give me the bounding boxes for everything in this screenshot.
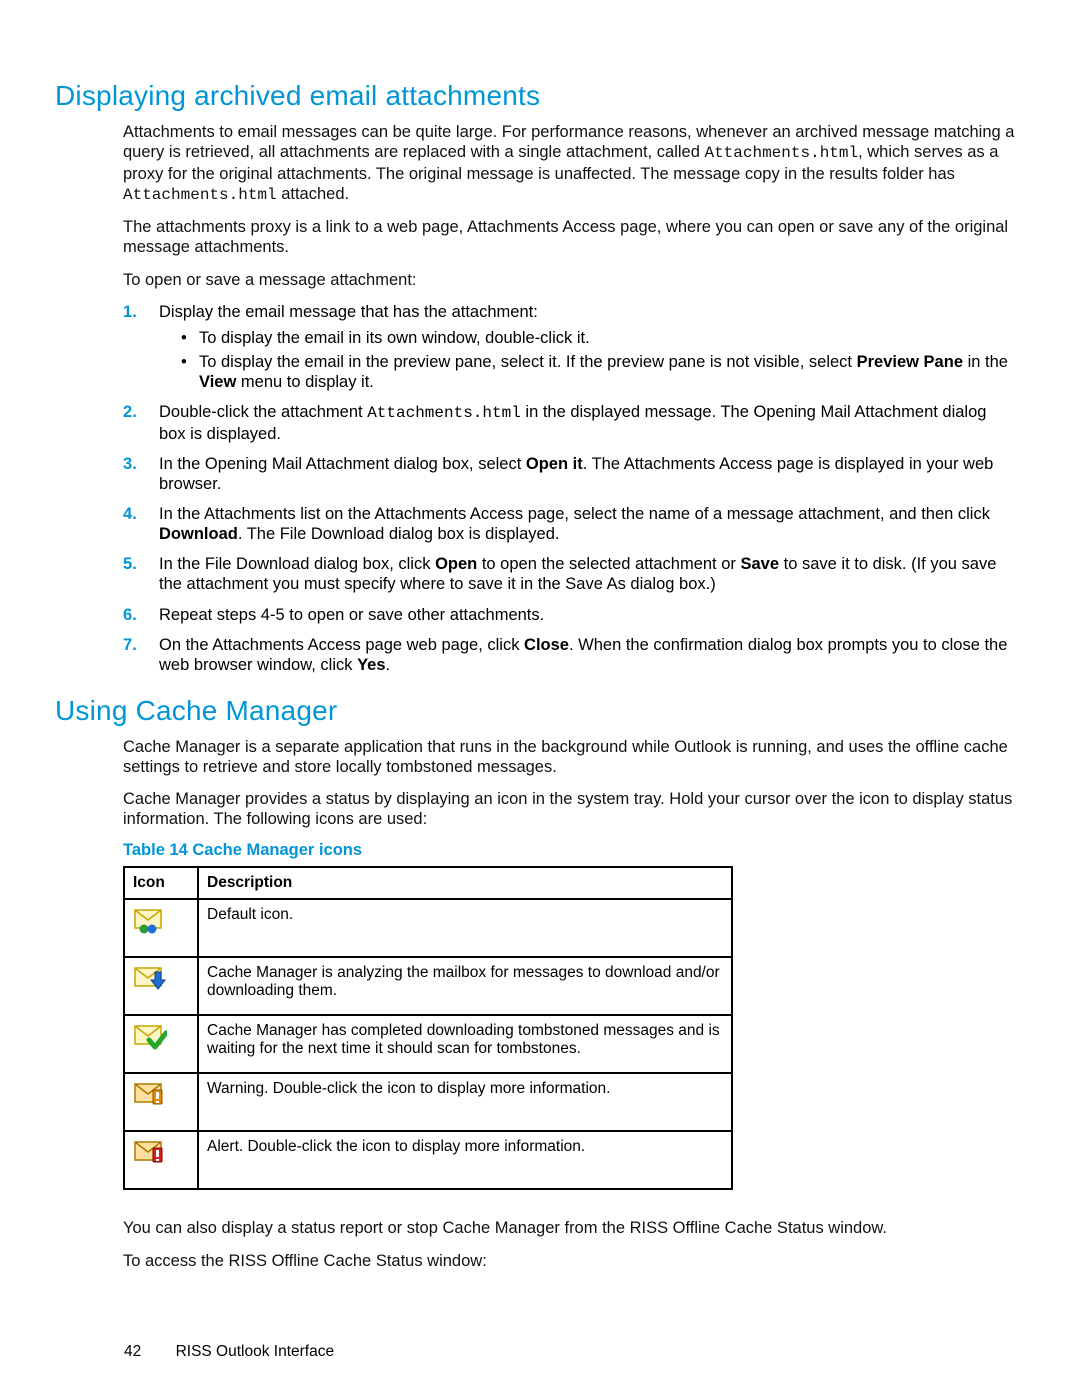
bold-text: Save: [741, 555, 780, 573]
icon-cell: [124, 899, 198, 957]
code-filename: Attachments.html: [367, 404, 521, 422]
page-number: 42: [124, 1343, 141, 1360]
th-description: Description: [198, 867, 732, 899]
text: in the: [963, 353, 1008, 371]
bold-text: View: [199, 373, 236, 391]
text: In the File Download dialog box, click: [159, 555, 435, 573]
text: to open the selected attachment or: [477, 555, 740, 573]
body-para: You can also display a status report or …: [123, 1218, 1015, 1238]
text: Double-click the attachment: [159, 403, 367, 421]
envelope-check-icon: [133, 1022, 167, 1050]
icon-cell: [124, 1073, 198, 1131]
body-para: Attachments to email messages can be qui…: [123, 122, 1015, 205]
step-item: On the Attachments Access page web page,…: [123, 635, 1015, 675]
cache-manager-icons-table: Icon Description Default icon.: [123, 866, 733, 1190]
step-item: Display the email message that has the a…: [123, 302, 1015, 393]
code-filename: Attachments.html: [704, 144, 858, 162]
body-para: Cache Manager is a separate application …: [123, 737, 1015, 777]
table-row: Alert. Double-click the icon to display …: [124, 1131, 732, 1189]
icon-cell: [124, 1131, 198, 1189]
text: Display the email message that has the a…: [159, 303, 538, 321]
step-item: In the Opening Mail Attachment dialog bo…: [123, 454, 1015, 494]
step-item: In the File Download dialog box, click O…: [123, 554, 1015, 594]
desc-cell: Alert. Double-click the icon to display …: [198, 1131, 732, 1189]
text: .: [386, 656, 391, 674]
bold-text: Open: [435, 555, 477, 573]
table-row: Cache Manager has completed downloading …: [124, 1015, 732, 1073]
desc-cell: Cache Manager has completed downloading …: [198, 1015, 732, 1073]
page-footer: 42 RISS Outlook Interface: [124, 1343, 334, 1361]
body-para: To access the RISS Offline Cache Status …: [123, 1251, 1015, 1271]
body-para: To open or save a message attachment:: [123, 270, 1015, 290]
code-filename: Attachments.html: [123, 186, 277, 204]
envelope-alert-icon: [133, 1138, 167, 1166]
heading-using-cache-manager: Using Cache Manager: [55, 695, 1025, 727]
footer-title: RISS Outlook Interface: [176, 1343, 335, 1360]
envelope-download-icon: [133, 964, 167, 992]
bold-text: Preview Pane: [857, 353, 963, 371]
table-row: Warning. Double-click the icon to displa…: [124, 1073, 732, 1131]
bold-text: Close: [524, 636, 569, 654]
bold-text: Open it: [526, 455, 583, 473]
desc-cell: Warning. Double-click the icon to displa…: [198, 1073, 732, 1131]
body-para: Cache Manager provides a status by displ…: [123, 789, 1015, 829]
desc-cell: Cache Manager is analyzing the mailbox f…: [198, 957, 732, 1015]
envelope-warning-icon: [133, 1080, 167, 1108]
text: . The File Download dialog box is displa…: [238, 525, 560, 543]
text: In the Opening Mail Attachment dialog bo…: [159, 455, 526, 473]
table-caption: Table 14 Cache Manager icons: [123, 841, 1015, 860]
step-item: In the Attachments list on the Attachmen…: [123, 504, 1015, 544]
text: attached.: [277, 185, 349, 203]
text: menu to display it.: [236, 373, 374, 391]
bold-text: Yes: [357, 656, 385, 674]
text: In the Attachments list on the Attachmen…: [159, 505, 990, 523]
bullet-item: To display the email in its own window, …: [181, 328, 1015, 348]
sub-bullets: To display the email in its own window, …: [181, 328, 1015, 392]
steps-list: Display the email message that has the a…: [123, 302, 1015, 675]
envelope-default-icon: [133, 906, 167, 934]
bold-text: Download: [159, 525, 238, 543]
text: On the Attachments Access page web page,…: [159, 636, 524, 654]
step-item: Repeat steps 4-5 to open or save other a…: [123, 605, 1015, 625]
desc-cell: Default icon.: [198, 899, 732, 957]
th-icon: Icon: [124, 867, 198, 899]
table-row: Cache Manager is analyzing the mailbox f…: [124, 957, 732, 1015]
step-item: Double-click the attachment Attachments.…: [123, 402, 1015, 444]
table-row: Default icon.: [124, 899, 732, 957]
icon-cell: [124, 1015, 198, 1073]
icon-cell: [124, 957, 198, 1015]
heading-displaying-attachments: Displaying archived email attachments: [55, 80, 1025, 112]
body-para: The attachments proxy is a link to a web…: [123, 217, 1015, 257]
bullet-item: To display the email in the preview pane…: [181, 352, 1015, 392]
text: To display the email in the preview pane…: [199, 353, 857, 371]
